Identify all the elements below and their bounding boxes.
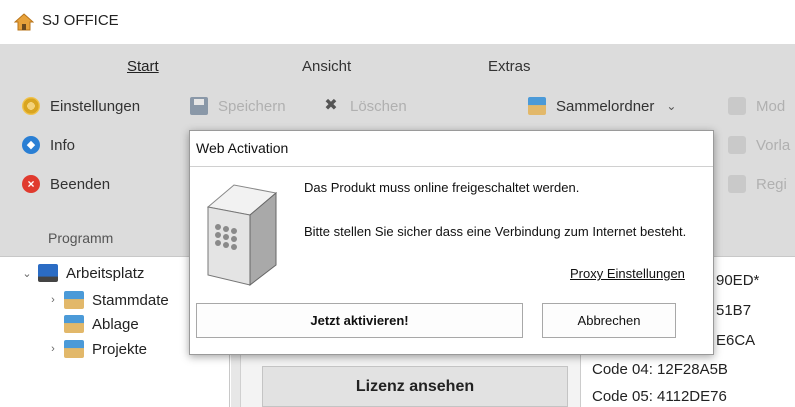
tree-node-label: Arbeitsplatz [66,264,145,282]
tree-node-projekte[interactable]: › Projekte [46,340,147,358]
computer-icon [38,264,58,282]
code-item: Code 05: 4112DE76 [592,388,727,405]
sammelordner-button[interactable]: Sammelordner ⌄ [528,97,676,115]
save-icon [190,97,208,115]
loeschen-button[interactable]: ✖ Löschen [322,97,407,115]
chevron-down-icon[interactable]: ⌄ [20,267,34,280]
info-icon: ◆ [22,136,40,154]
einstellungen-button[interactable]: Einstellungen [22,97,140,115]
tab-extras[interactable]: Extras [488,58,531,75]
lizenz-ansehen-button[interactable]: Lizenz ansehen [262,366,568,407]
puzzle-icon [728,136,746,154]
vorla-button[interactable]: Vorla [728,136,790,154]
tree-node-label: Stammdate [92,291,169,309]
activate-button[interactable]: Jetzt aktivieren! [196,303,523,338]
beenden-button[interactable]: × Beenden [22,175,110,193]
sammelordner-label: Sammelordner [556,97,655,115]
tree-node-stammdaten[interactable]: › Stammdate [46,291,169,309]
dialog-message-2: Bitte stellen Sie sicher dass eine Verbi… [304,224,687,239]
mod-button[interactable]: Mod [728,97,785,115]
title-bar [0,0,795,44]
delete-icon: ✖ [324,97,338,114]
dialog-message-1: Das Produkt muss online freigeschaltet w… [304,180,580,195]
gear-icon [22,97,40,115]
loeschen-label: Löschen [350,97,407,115]
exit-icon: × [22,175,40,193]
regi-button[interactable]: Regi [728,175,787,193]
regi-label: Regi [756,175,787,193]
folder-icon [64,291,84,309]
dialog-title: Web Activation [196,140,289,156]
tree-node-arbeitsplatz[interactable]: ⌄ Arbeitsplatz [20,264,144,282]
puzzle-icon [728,175,746,193]
web-activation-dialog: Web Activation Das Produkt muss online f… [189,130,714,355]
speichern-button[interactable]: Speichern [190,97,286,115]
speichern-label: Speichern [218,97,286,115]
tree-node-ablage[interactable]: Ablage [46,315,139,333]
chevron-down-icon[interactable]: ⌄ [666,99,676,113]
chevron-right-icon[interactable]: › [46,343,60,355]
programm-group-label: Programm [48,230,114,246]
proxy-settings-link[interactable]: Proxy Einstellungen [570,266,685,281]
code-item: Code 04: 12F28A5B [592,361,728,378]
vorla-label: Vorla [756,136,791,154]
code-item: E6CA [716,332,756,349]
tree-node-label: Ablage [92,315,139,333]
folder-icon [64,315,84,333]
tab-ansicht[interactable]: Ansicht [302,58,351,75]
puzzle-icon [728,97,746,115]
home-icon [13,13,35,31]
app-title: SJ OFFICE [42,12,119,29]
beenden-label: Beenden [50,175,111,193]
folder-icon [64,340,84,358]
code-item: 90ED* [716,272,760,289]
cancel-button[interactable]: Abbrechen [542,303,676,338]
chevron-right-icon[interactable]: › [46,294,60,306]
info-button[interactable]: ◆ Info [22,136,75,154]
folder-icon [528,97,546,115]
tab-start[interactable]: Start [127,58,159,75]
einstellungen-label: Einstellungen [50,97,141,115]
mod-label: Mod [756,97,786,115]
info-label: Info [50,136,76,154]
safe-icon [204,179,279,289]
code-item: 51B7 [716,302,752,319]
tree-node-label: Projekte [92,340,148,358]
